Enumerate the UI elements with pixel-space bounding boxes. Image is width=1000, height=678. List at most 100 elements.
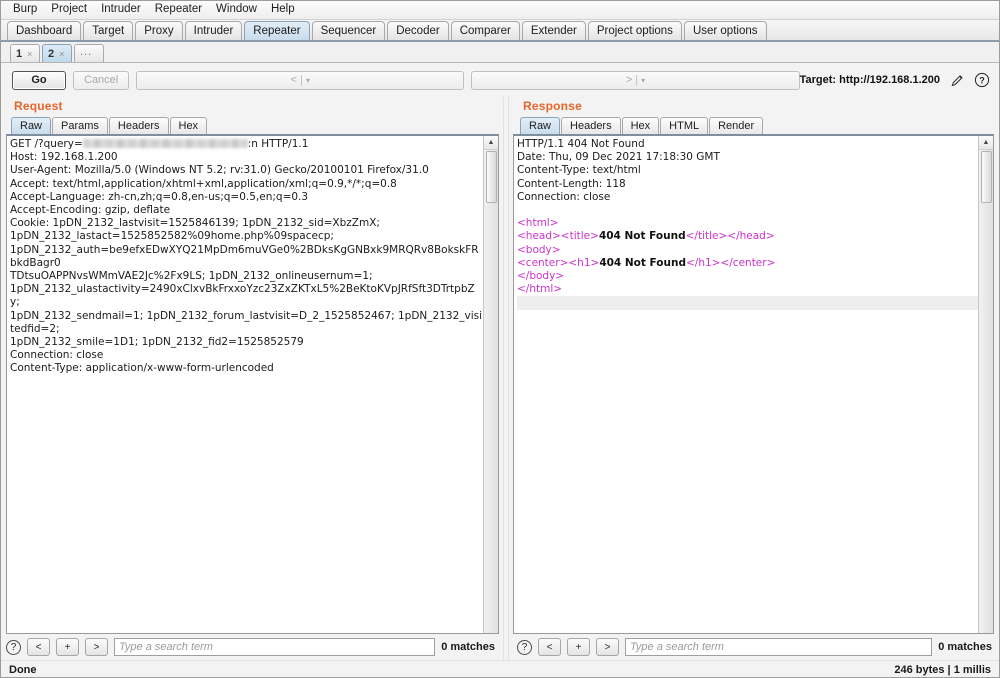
menu-item-burp[interactable]: Burp <box>6 1 44 19</box>
request-tab-hex[interactable]: Hex <box>169 117 208 134</box>
request-line: TDtsuOAPPNvsWMmVAE2Jc%2Fx9LS; 1pDN_2132_… <box>10 270 373 283</box>
question-icon[interactable]: ? <box>517 639 532 655</box>
request-tab-params[interactable]: Params <box>52 117 108 134</box>
tab-comparer[interactable]: Comparer <box>450 21 520 40</box>
repeater-toolbar: Go Cancel < | ▾ > | ▾ Target: http://192… <box>0 63 1000 97</box>
tab-sequencer[interactable]: Sequencer <box>311 21 386 40</box>
request-line-text: GET /?query= <box>10 138 83 150</box>
repeater-tab-bar: 1 × 2 ×... <box>0 42 1000 63</box>
request-line: Cookie: 1pDN_2132_lastvisit=1525846139; … <box>10 217 380 230</box>
tab-intruder[interactable]: Intruder <box>184 21 243 40</box>
response-body-line: <html> <box>517 217 978 230</box>
html-text: 404 Not Found <box>598 230 686 243</box>
request-line: User-Agent: Mozilla/5.0 (Windows NT 5.2;… <box>10 164 429 177</box>
request-scrollbar[interactable]: ▲ <box>483 136 498 633</box>
repeater-tab-add[interactable]: ... <box>74 44 104 62</box>
question-icon[interactable]: ? <box>6 639 21 655</box>
repeater-tab-1[interactable]: 1 × <box>10 44 40 62</box>
request-editor[interactable]: GET /?query=:n HTTP/1.1 Host: 192.168.1.2… <box>7 136 483 633</box>
repeater-tab-2[interactable]: 2 × <box>42 44 72 62</box>
scroll-up-icon[interactable]: ▲ <box>978 136 993 150</box>
search-next-button[interactable]: > <box>596 638 619 656</box>
scroll-up-icon[interactable]: ▲ <box>483 136 498 150</box>
status-bar: Done 246 bytes | 1 millis <box>0 660 1000 678</box>
tab-decoder[interactable]: Decoder <box>387 21 449 40</box>
response-editor[interactable]: HTTP/1.1 404 Not Found Date: Thu, 09 Dec … <box>514 136 978 633</box>
response-scrollbar[interactable]: ▲ <box>978 136 993 633</box>
tab-user-options[interactable]: User options <box>683 21 767 40</box>
menu-item-repeater[interactable]: Repeater <box>148 1 209 19</box>
status-left: Done <box>9 663 37 676</box>
request-line: 1pDN_2132_lastact=1525852582%09home.php%… <box>10 230 334 243</box>
search-next-button[interactable]: > <box>85 638 108 656</box>
search-prev-button[interactable]: < <box>538 638 561 656</box>
chevron-down-icon: ▾ <box>641 75 646 85</box>
repeater-tab-label: 1 <box>16 47 23 60</box>
request-tab-bar: Raw Params Headers Hex <box>0 115 503 134</box>
request-tab-raw[interactable]: Raw <box>11 117 52 134</box>
menu-item-help[interactable]: Help <box>264 1 302 19</box>
html-tag: <body> <box>517 243 561 256</box>
tab-dashboard[interactable]: Dashboard <box>7 21 82 40</box>
response-editor-wrap: HTTP/1.1 404 Not Found Date: Thu, 09 Dec … <box>513 134 994 634</box>
tab-target[interactable]: Target <box>83 21 134 40</box>
html-tag: </title></head> <box>685 230 775 243</box>
search-add-button[interactable]: + <box>56 638 79 656</box>
html-tag: <html> <box>517 217 559 230</box>
request-title: Request <box>14 99 63 113</box>
forward-button[interactable]: > | ▾ <box>471 70 800 90</box>
back-button[interactable]: < | ▾ <box>136 70 465 90</box>
cancel-button[interactable]: Cancel <box>73 70 130 90</box>
close-icon[interactable]: × <box>27 49 32 59</box>
response-tab-raw[interactable]: Raw <box>520 117 561 134</box>
menu-bar: Burp Project Intruder Repeater Window Help <box>0 0 1000 20</box>
pencil-icon[interactable] <box>949 72 965 88</box>
response-header-line: Date: Thu, 09 Dec 2021 17:18:30 GMT <box>517 151 720 164</box>
search-add-button[interactable]: + <box>567 638 590 656</box>
response-tab-headers[interactable]: Headers <box>561 117 621 134</box>
html-tag: </html> <box>517 283 563 296</box>
request-editor-wrap: GET /?query=:n HTTP/1.1 Host: 192.168.1.2… <box>6 134 499 634</box>
svg-text:?: ? <box>979 75 985 85</box>
response-tab-render[interactable]: Render <box>709 117 764 134</box>
request-line: Content-Type: application/x-www-form-url… <box>10 362 274 375</box>
tab-proxy[interactable]: Proxy <box>135 21 183 40</box>
tab-repeater[interactable]: Repeater <box>244 21 310 40</box>
burp-suite-window: Burp Project Intruder Repeater Window Help Da… <box>0 0 1000 678</box>
main-tab-bar: Dashboard Target Proxy Intruder Repeater Sequ… <box>0 20 1000 42</box>
status-right: 246 bytes | 1 millis <box>894 663 991 676</box>
search-input[interactable]: Type a search term <box>625 638 933 656</box>
request-line: 1pDN_2132_ulastactivity=2490xClxvBkFrxxo… <box>10 283 475 309</box>
scroll-thumb[interactable] <box>485 151 497 203</box>
request-line: GET /?query=:n HTTP/1.1 <box>10 138 483 151</box>
request-tab-headers[interactable]: Headers <box>108 117 169 134</box>
menu-item-project[interactable]: Project <box>44 1 94 19</box>
menu-item-window[interactable]: Window <box>209 1 264 19</box>
response-body-line: <body> <box>517 244 978 257</box>
request-search-bar: ? < + > Type a search term 0 matches <box>0 634 503 660</box>
html-tag: </h1></center> <box>686 256 776 269</box>
repeater-tab-label: 2 <box>48 47 55 60</box>
request-line: 1pDN_2132_smile=1D1; 1pDN_2132_fid2=1525… <box>10 336 304 349</box>
response-cursor-line <box>517 296 978 310</box>
search-prev-button[interactable]: < <box>27 638 50 656</box>
html-tag: <head><title> <box>517 230 599 243</box>
tab-project-options[interactable]: Project options <box>587 21 682 40</box>
scroll-thumb[interactable] <box>980 151 992 203</box>
request-line: 1pDN_2132_sendmail=1; 1pDN_2132_forum_la… <box>10 309 483 335</box>
menu-item-intruder[interactable]: Intruder <box>94 1 148 19</box>
request-response-split: Request Raw Params Headers Hex GET /?query=… <box>0 97 1000 660</box>
tab-extender[interactable]: Extender <box>521 21 586 40</box>
request-line: Accept-Language: zh-cn,zh;q=0.8,en-us;q=… <box>10 190 309 203</box>
response-title: Response <box>523 99 582 113</box>
html-tag: <center><h1> <box>517 256 600 269</box>
target-label: Target: http://192.168.1.200 <box>799 74 940 86</box>
response-tab-hex[interactable]: Hex <box>621 117 660 134</box>
close-icon[interactable]: × <box>59 49 64 59</box>
response-tab-html[interactable]: HTML <box>660 117 709 134</box>
question-icon[interactable]: ? <box>974 72 990 88</box>
response-blank-line <box>517 204 978 217</box>
go-button[interactable]: Go <box>12 70 66 90</box>
search-input[interactable]: Type a search term <box>114 638 436 656</box>
forward-arrow-icon: > <box>625 74 633 86</box>
